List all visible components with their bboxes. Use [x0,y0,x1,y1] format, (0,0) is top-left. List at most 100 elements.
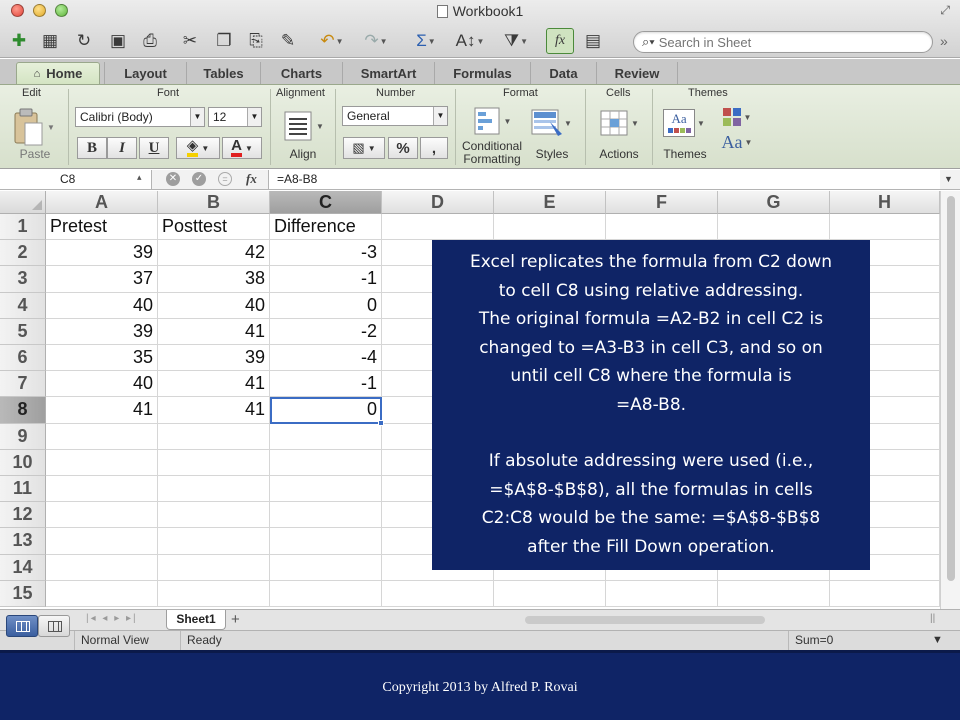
cell-a12[interactable] [46,502,158,529]
name-box-stepper-icon[interactable]: ▴ [137,172,142,183]
formula-builder-icon[interactable]: fx [546,28,574,54]
status-sum[interactable]: Sum=0 [788,631,928,650]
cell-a4[interactable]: 40 [46,292,158,319]
row-header-1[interactable]: 1 [0,214,46,241]
insert-function-icon[interactable]: = [218,172,232,186]
cell-b10[interactable] [158,449,270,476]
number-format-select[interactable]: General ▼ [342,106,448,126]
tab-data[interactable]: Data [530,62,596,84]
cell-g15[interactable] [718,580,830,607]
cell-b11[interactable] [158,476,270,503]
page-layout-view-button[interactable] [38,615,70,637]
column-header-h[interactable]: H [830,191,940,214]
row-header-11[interactable]: 11 [0,476,46,503]
percent-button[interactable]: % [388,137,418,159]
cell-c14[interactable] [270,554,382,581]
cell-b6[interactable]: 39 [158,345,270,372]
cell-b7[interactable]: 41 [158,371,270,398]
column-header-f[interactable]: F [606,191,718,214]
cell-f15[interactable] [606,580,718,607]
cell-b5[interactable]: 41 [158,318,270,345]
row-header-13[interactable]: 13 [0,528,46,555]
cell-b13[interactable] [158,528,270,555]
cell-a7[interactable]: 40 [46,371,158,398]
cell-h15[interactable] [830,580,940,607]
font-color-button[interactable]: A ▼ [222,137,262,159]
tab-home[interactable]: ⌂ Home [16,62,100,84]
align-icon[interactable]: ▼ [284,109,324,143]
styles-icon[interactable]: ▼ [528,106,574,140]
cell-c5[interactable]: -2 [270,318,382,345]
theme-colors-icon[interactable]: ▼ [720,106,754,128]
autosum-icon[interactable]: Σ ▼ [410,28,442,54]
cell-a3[interactable]: 37 [46,266,158,293]
row-header-10[interactable]: 10 [0,449,46,476]
cell-c12[interactable] [270,502,382,529]
cell-h1[interactable] [830,214,940,241]
redo-icon[interactable]: ↷ ▼ [358,28,394,54]
comma-button[interactable]: , [420,137,448,159]
tab-smartart[interactable]: SmartArt [342,62,434,84]
cell-e15[interactable] [494,580,606,607]
cell-a10[interactable] [46,449,158,476]
row-header-7[interactable]: 7 [0,371,46,398]
cancel-formula-icon[interactable]: ✕ [166,172,180,186]
cell-b4[interactable]: 40 [158,292,270,319]
row-header-6[interactable]: 6 [0,345,46,372]
cell-b14[interactable] [158,554,270,581]
row-header-14[interactable]: 14 [0,554,46,581]
cell-b12[interactable] [158,502,270,529]
row-header-4[interactable]: 4 [0,292,46,319]
cell-c8[interactable]: 0 [270,397,382,424]
row-header-2[interactable]: 2 [0,240,46,267]
cell-b3[interactable]: 38 [158,266,270,293]
row-header-3[interactable]: 3 [0,266,46,293]
save-icon[interactable]: ▣ [104,28,132,54]
formula-input[interactable]: =A8-B8 [268,170,940,189]
column-header-c[interactable]: C [270,191,382,214]
search-input[interactable] [658,34,899,50]
sort-icon[interactable]: A↕ ▼ [450,28,490,54]
cell-c2[interactable]: -3 [270,240,382,267]
cell-c1[interactable]: Difference [270,214,382,241]
cell-a8[interactable]: 41 [46,397,158,424]
vertical-scrollbar[interactable] [940,191,960,609]
cut-icon[interactable]: ✂ [176,28,204,54]
print-icon[interactable]: ⎙ [136,28,164,54]
themes-icon[interactable]: Aa ▼ [660,107,708,139]
bold-button[interactable]: B [77,137,107,159]
format-painter-icon[interactable]: ✎ [274,28,302,54]
cell-d15[interactable] [382,580,494,607]
cell-a5[interactable]: 39 [46,318,158,345]
toolbox-icon[interactable]: ▤ [580,28,606,54]
cell-a6[interactable]: 35 [46,345,158,372]
filter-icon[interactable]: ⧩ ▼ [496,28,536,54]
tab-charts[interactable]: Charts [260,62,342,84]
cell-a9[interactable] [46,423,158,450]
status-menu-icon[interactable]: ▼ [932,634,943,646]
cell-b8[interactable]: 41 [158,397,270,424]
actions-icon[interactable]: ▼ [596,106,642,140]
tab-sheet1[interactable]: Sheet1 [166,610,226,630]
horizontal-scroll-thumb[interactable] [525,616,765,624]
cell-d1[interactable] [382,214,494,241]
italic-button[interactable]: I [107,137,137,159]
cell-a13[interactable] [46,528,158,555]
column-header-e[interactable]: E [494,191,606,214]
cell-c4[interactable]: 0 [270,292,382,319]
fill-color-button[interactable]: ◈ ▼ [176,137,220,159]
cell-a1[interactable]: Pretest [46,214,158,241]
tab-tables[interactable]: Tables [186,62,260,84]
cell-a15[interactable] [46,580,158,607]
open-icon[interactable]: ↻ [70,28,98,54]
font-size-select[interactable]: 12 ▼ [208,107,262,127]
cell-e1[interactable] [494,214,606,241]
templates-icon[interactable]: ▦ [36,28,64,54]
cell-c6[interactable]: -4 [270,345,382,372]
row-header-9[interactable]: 9 [0,423,46,450]
cell-c13[interactable] [270,528,382,555]
cell-b9[interactable] [158,423,270,450]
normal-view-button[interactable] [6,615,38,637]
cell-f1[interactable] [606,214,718,241]
copy-icon[interactable]: ❐ [210,28,238,54]
